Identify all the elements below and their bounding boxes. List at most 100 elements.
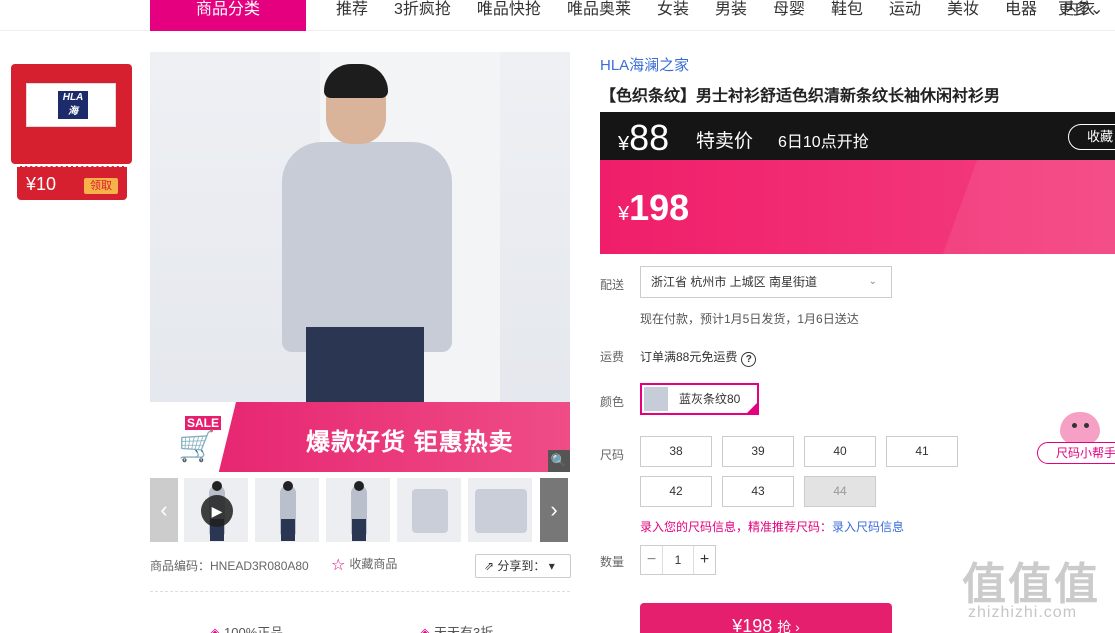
size-info-link[interactable]: 录入尺码信息 bbox=[832, 520, 904, 534]
brand-coupon[interactable]: HLA 海 bbox=[11, 64, 132, 164]
collect-button[interactable]: 收藏 bbox=[1068, 124, 1115, 150]
coupon-claim-button[interactable]: 领取 bbox=[84, 178, 118, 194]
address-select[interactable]: 浙江省 杭州市 上城区 南星街道 ⌄ bbox=[640, 266, 892, 298]
main-product-image[interactable]: SALE 🛒 爆款好货 钜惠热卖 🔍 bbox=[150, 52, 570, 472]
share-icon: ⇗ bbox=[484, 559, 498, 573]
nav-item-appliances[interactable]: 电器 bbox=[987, 0, 1045, 20]
favorite-button[interactable]: ☆ 收藏商品 bbox=[331, 555, 397, 575]
watermark-url: zhizhizhi.com bbox=[968, 604, 1078, 621]
color-label: 颜色 bbox=[600, 395, 625, 409]
size-info-prompt[interactable]: 录入您的尺码信息，精准推荐尺码： bbox=[640, 520, 832, 534]
current-price: ¥198 bbox=[618, 188, 689, 234]
sale-text: SALE bbox=[185, 416, 222, 430]
product-title: 【色织条纹】男士衬衫舒适色织清新条纹长袖休闲衬衫男 bbox=[600, 88, 1001, 105]
thumbnail-item[interactable] bbox=[255, 478, 319, 542]
size-option[interactable]: 43 bbox=[722, 476, 794, 507]
model-shirt bbox=[282, 142, 452, 352]
size-option[interactable]: 39 bbox=[722, 436, 794, 467]
sale-price-label: 特卖价 bbox=[696, 131, 754, 152]
coupon-amount: ¥10 bbox=[26, 174, 57, 194]
size-option[interactable]: 38 bbox=[640, 436, 712, 467]
share-dropdown[interactable]: ⇗ 分享到： ▾ bbox=[475, 554, 571, 578]
thumbnail-video[interactable]: ▶ bbox=[184, 478, 248, 542]
nav-item-beauty[interactable]: 美妆 bbox=[929, 0, 987, 20]
size-helper-button[interactable]: 尺码小帮手 bbox=[1037, 442, 1115, 464]
brand-logo: HLA 海 bbox=[26, 83, 116, 127]
star-icon: ☆ bbox=[331, 557, 346, 574]
chevron-down-icon: ▾ bbox=[548, 559, 555, 573]
sale-price-bar: ¥88 特卖价 6日10点开抢 收藏 bbox=[600, 112, 1115, 160]
divider bbox=[150, 591, 570, 592]
quantity-label: 数量 bbox=[600, 555, 625, 569]
guarantee-label: 100%正品 bbox=[224, 625, 284, 633]
brand-logo-mark: HLA 海 bbox=[58, 91, 88, 119]
nav-more[interactable]: 更多⌄ bbox=[1058, 0, 1103, 20]
original-price-bar: ¥198 bbox=[600, 160, 1115, 254]
freight-label: 运费 bbox=[600, 350, 625, 364]
currency-symbol: ¥ bbox=[618, 133, 630, 155]
quantity-input[interactable]: 1 bbox=[663, 546, 693, 574]
size-option[interactable]: 40 bbox=[804, 436, 876, 467]
currency-symbol: ¥ bbox=[618, 203, 630, 225]
shopping-cart-icon: 🛒 bbox=[178, 430, 216, 463]
nav-item-women[interactable]: 女装 bbox=[639, 0, 697, 20]
check-icon bbox=[745, 401, 759, 415]
favorite-label: 收藏商品 bbox=[349, 557, 398, 571]
top-navigation: 商品分类 推荐 3折疯抢 唯品快抢 唯品奥莱 女装 男装 母婴 鞋包 运动 美妆… bbox=[0, 0, 1115, 31]
nav-item-recommend[interactable]: 推荐 bbox=[318, 0, 376, 20]
nav-item-men[interactable]: 男装 bbox=[697, 0, 755, 20]
plus-icon[interactable]: + bbox=[693, 546, 715, 574]
banner-slogan: 爆款好货 钜惠热卖 bbox=[306, 429, 514, 456]
sale-price-value: 88 bbox=[629, 117, 670, 158]
color-swatch bbox=[644, 387, 668, 411]
shield-icon: ◈ bbox=[210, 625, 220, 633]
promo-banner: SALE 🛒 爆款好货 钜惠热卖 bbox=[150, 402, 570, 472]
size-option[interactable]: 41 bbox=[886, 436, 958, 467]
minus-icon[interactable]: − bbox=[641, 546, 663, 574]
play-icon[interactable]: ▶ bbox=[201, 495, 233, 527]
color-option-label: 蓝灰条纹80 bbox=[679, 392, 741, 406]
thumbnail-item[interactable] bbox=[468, 478, 532, 542]
sale-start-time: 6日10点开抢 bbox=[778, 134, 869, 151]
thumbnail-strip: ‹ ▶ › bbox=[150, 478, 570, 542]
nav-item-flash[interactable]: 唯品快抢 bbox=[459, 0, 549, 20]
color-option-selected[interactable]: 蓝灰条纹80 bbox=[640, 383, 759, 415]
buy-button[interactable]: ¥198 抢 › bbox=[640, 603, 892, 633]
delivery-label: 配送 bbox=[600, 278, 625, 292]
category-button[interactable]: 商品分类 bbox=[150, 0, 306, 31]
chevron-right-icon[interactable]: › bbox=[540, 478, 568, 542]
current-price-value: 198 bbox=[629, 187, 690, 228]
size-label: 尺码 bbox=[600, 448, 625, 462]
brand-link[interactable]: HLA海澜之家 bbox=[600, 54, 689, 75]
mascot-icon[interactable] bbox=[1060, 412, 1100, 444]
coupon-bottom[interactable]: ¥10 领取 bbox=[17, 166, 127, 200]
nav-item-shoes-bags[interactable]: 鞋包 bbox=[813, 0, 871, 20]
nav-item-baby[interactable]: 母婴 bbox=[755, 0, 813, 20]
product-page: 商品分类 推荐 3折疯抢 唯品快抢 唯品奥莱 女装 男装 母婴 鞋包 运动 美妆… bbox=[0, 0, 1115, 633]
nav-items: 推荐 3折疯抢 唯品快抢 唯品奥莱 女装 男装 母婴 鞋包 运动 美妆 电器 内… bbox=[318, 0, 1103, 20]
freight-info: 订单满88元免运费? bbox=[640, 348, 757, 367]
guarantee-discount: ◈ 天天有3折 bbox=[420, 622, 493, 633]
chevron-down-icon: ⌄ bbox=[868, 276, 877, 287]
nav-item-sports[interactable]: 运动 bbox=[871, 0, 929, 20]
guarantee-label: 天天有3折 bbox=[434, 625, 494, 633]
thumbnail-item[interactable] bbox=[397, 478, 461, 542]
watermark: 值值值 bbox=[962, 560, 1100, 609]
discount-icon: ◈ bbox=[420, 625, 430, 633]
buy-price: ¥198 bbox=[732, 616, 773, 633]
address-value: 浙江省 杭州市 上城区 南星街道 bbox=[651, 275, 818, 289]
size-option-disabled: 44 bbox=[804, 476, 876, 507]
shipping-estimate: 现在付款，预计1月5日发货，1月6日送达 bbox=[640, 312, 859, 326]
product-sku-code: 商品编码：HNEAD3R080A80 bbox=[150, 559, 309, 573]
quantity-stepper: − 1 + bbox=[640, 545, 716, 575]
freight-text: 订单满88元免运费 bbox=[640, 350, 738, 364]
magnifier-icon[interactable]: 🔍 bbox=[548, 450, 570, 472]
buy-action: 抢 › bbox=[777, 619, 800, 633]
chevron-left-icon[interactable]: ‹ bbox=[150, 478, 178, 542]
nav-item-30off[interactable]: 3折疯抢 bbox=[376, 0, 459, 20]
nav-item-outlet[interactable]: 唯品奥莱 bbox=[549, 0, 639, 20]
share-label: 分享到： bbox=[497, 559, 546, 573]
thumbnail-item[interactable] bbox=[326, 478, 390, 542]
question-icon[interactable]: ? bbox=[741, 352, 757, 367]
size-option[interactable]: 42 bbox=[640, 476, 712, 507]
